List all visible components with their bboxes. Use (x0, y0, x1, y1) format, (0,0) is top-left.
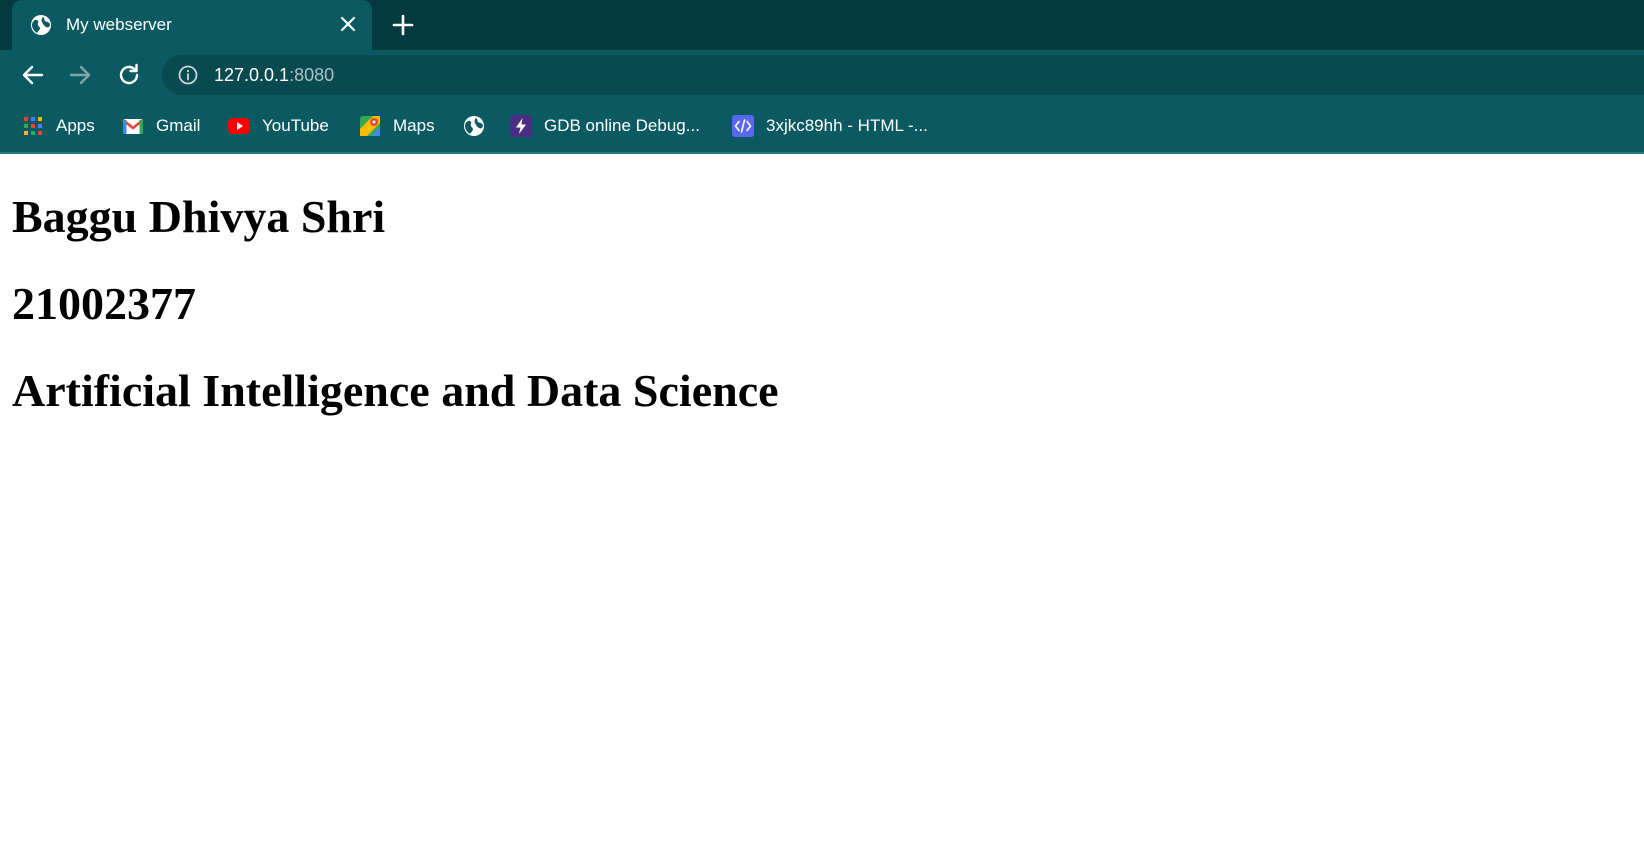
bookmark-label: Apps (56, 116, 95, 135)
maps-icon (360, 116, 380, 136)
apps-grid-icon (24, 117, 42, 135)
new-tab-plus-icon[interactable] (390, 12, 416, 38)
close-icon[interactable] (337, 13, 359, 35)
bookmark-maps[interactable]: Maps (359, 114, 435, 138)
bookmarks-bar: Apps Gmail YouTube Maps GDB online Debug… (0, 100, 1644, 154)
address-bar[interactable]: 127.0.0.1:8080 (162, 55, 1644, 95)
bookmark-gdb-online[interactable]: GDB online Debug... (510, 114, 700, 138)
url-host: 127.0.0.1 (214, 65, 290, 85)
youtube-icon (228, 118, 250, 134)
bookmark-label: YouTube (262, 116, 329, 135)
back-arrow-icon[interactable] (20, 62, 46, 88)
heading-name: Baggu Dhivya Shri (12, 191, 386, 242)
bookmark-gmail[interactable]: Gmail (122, 114, 200, 138)
bookmark-label: GDB online Debug... (544, 116, 700, 135)
page-content: Baggu Dhivya Shri 21002377 Artificial In… (0, 154, 1644, 848)
heading-department: Artificial Intelligence and Data Science (12, 365, 779, 416)
globe-icon (31, 15, 51, 35)
url-text[interactable]: 127.0.0.1:8080 (214, 65, 334, 86)
url-port: :8080 (289, 65, 335, 85)
info-icon[interactable] (178, 65, 198, 85)
bookmark-label: Maps (393, 116, 435, 135)
tab-strip: My webserver (0, 0, 1644, 50)
heading-id: 21002377 (12, 278, 196, 329)
bookmark-youtube[interactable]: YouTube (228, 114, 329, 138)
bookmark-html-editor[interactable]: 3xjkc89hh - HTML -... (732, 114, 928, 138)
tab-title: My webserver (66, 15, 172, 34)
bookmark-label: 3xjkc89hh - HTML -... (766, 116, 928, 135)
globe-icon (464, 116, 484, 136)
lightning-icon (510, 115, 532, 137)
forward-arrow-icon[interactable] (67, 62, 93, 88)
code-icon (732, 115, 754, 137)
bookmark-label: Gmail (156, 116, 201, 135)
tab-my-webserver[interactable]: My webserver (12, 0, 372, 50)
browser-window: My webserver 127.0.0.1:8080 Apps Gmail Y… (0, 0, 1644, 848)
reload-icon[interactable] (116, 62, 142, 88)
bookmark-globe[interactable] (463, 114, 485, 138)
bookmark-apps[interactable]: Apps (22, 114, 95, 138)
gmail-icon (122, 118, 144, 134)
browser-toolbar: 127.0.0.1:8080 (0, 50, 1644, 100)
